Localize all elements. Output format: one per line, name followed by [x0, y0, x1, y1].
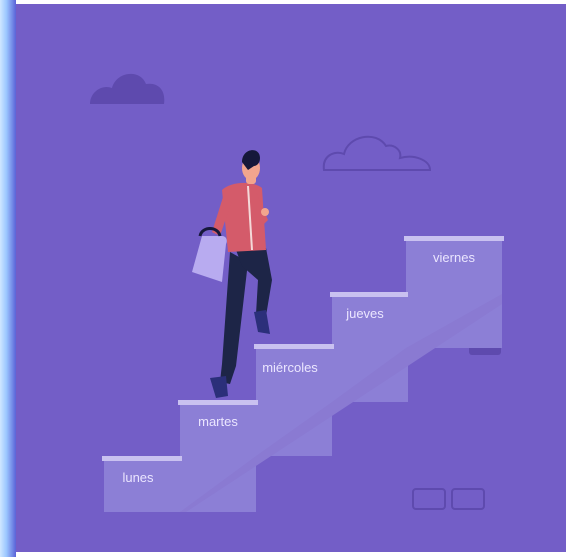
briefcase-icon: [192, 227, 227, 282]
step-label-miercoles: miércoles: [262, 360, 318, 375]
tread-viernes: [404, 236, 504, 241]
image-frame: lunes martes miércoles jueves viernes: [0, 0, 572, 557]
step-lunes: [104, 458, 180, 512]
illustration-scene: lunes martes miércoles jueves viernes: [16, 4, 566, 552]
step-label-jueves: jueves: [345, 306, 384, 321]
step-label-lunes: lunes: [122, 470, 154, 485]
cloud-icon: [90, 73, 165, 104]
wall-outline-block-left: [412, 488, 446, 510]
step-label-viernes: viernes: [433, 250, 475, 265]
staircase: lunes martes miércoles jueves viernes: [102, 236, 504, 512]
tread-jueves: [330, 292, 408, 297]
tread-martes: [178, 400, 258, 405]
step-label-martes: martes: [198, 414, 238, 429]
tread-miercoles: [254, 344, 334, 349]
illustration-svg: lunes martes miércoles jueves viernes: [90, 73, 504, 512]
wall-outline-block-right: [451, 488, 485, 510]
left-edge-glow: [0, 0, 16, 557]
cloud-outline-icon: [322, 135, 432, 171]
tread-lunes: [102, 456, 182, 461]
